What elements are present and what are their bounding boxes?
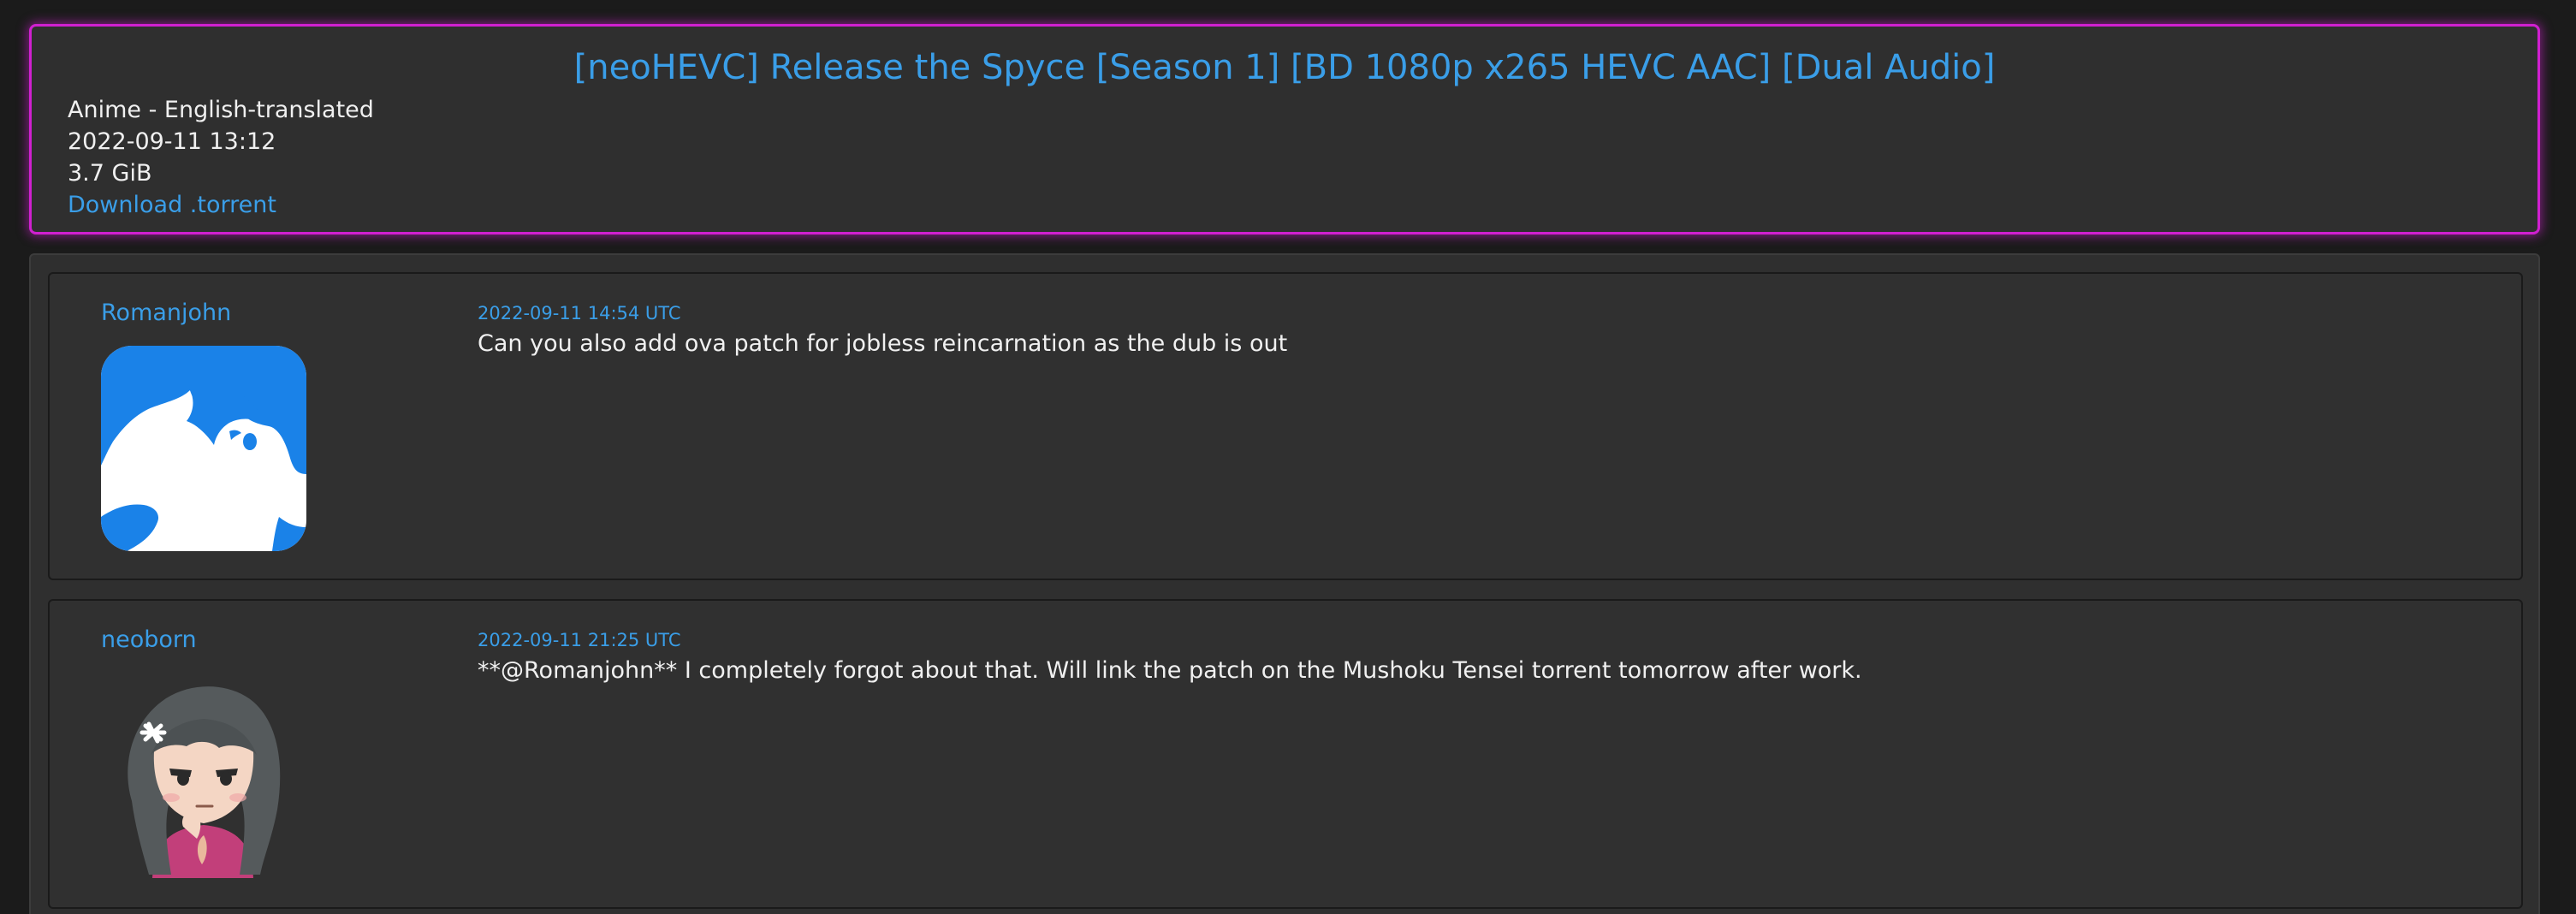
download-torrent-link[interactable]: Download .torrent [68, 190, 276, 221]
torrent-title: [neoHEVC] Release the Spyce [Season 1] [… [573, 48, 1996, 87]
comment: neoborn 2022-09-11 21:25 UTC **@Romanjoh… [48, 599, 2523, 909]
comments-section: Romanjohn 2022-09-11 14:54 UTC Can you a… [29, 253, 2540, 914]
torrent-category: Anime - English-translated [68, 97, 374, 123]
page: [neoHEVC] Release the Spyce [Season 1] [… [0, 0, 2576, 914]
comment-username[interactable]: neoborn [101, 625, 197, 656]
comment: Romanjohn 2022-09-11 14:54 UTC Can you a… [48, 272, 2523, 580]
comment-username[interactable]: Romanjohn [101, 298, 231, 329]
comment-text: **@Romanjohn** I completely forgot about… [478, 657, 1862, 684]
comment-timestamp: 2022-09-11 14:54 UTC [478, 303, 681, 323]
anime-girl-avatar-icon [101, 673, 306, 878]
torrent-date: 2022-09-11 13:12 [68, 128, 276, 155]
comment-timestamp: 2022-09-11 21:25 UTC [478, 630, 681, 650]
anime-silhouette-avatar-icon [101, 346, 306, 551]
comment-text: Can you also add ova patch for jobless r… [478, 330, 1288, 357]
torrent-size: 3.7 GiB [68, 160, 152, 187]
torrent-header: [neoHEVC] Release the Spyce [Season 1] [… [29, 24, 2540, 234]
